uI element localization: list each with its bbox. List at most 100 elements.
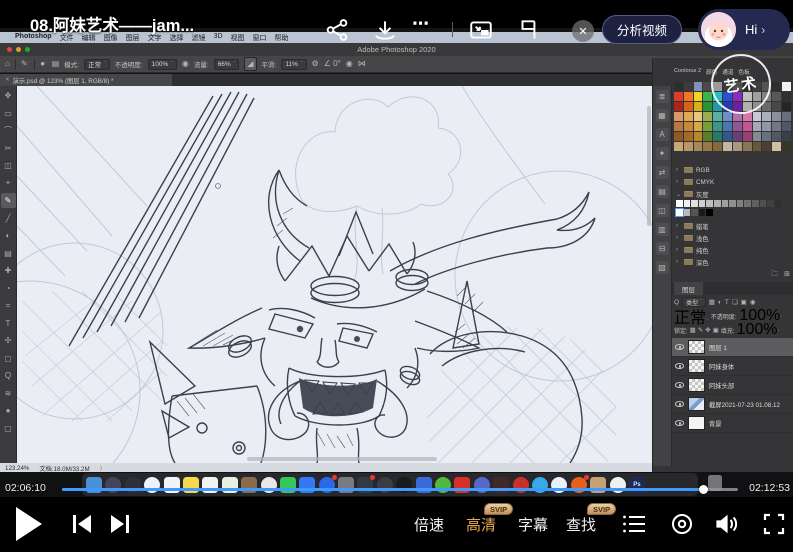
layer-thumbnail [688,340,705,354]
progress-bar[interactable] [62,488,738,491]
lock-label: 锁定: [674,326,688,335]
fill-value: 100%ˇ [737,321,780,339]
share-icon[interactable] [324,17,350,43]
panel-strip-icon: ⊟ [656,242,669,255]
layer-thumbnail [688,359,705,373]
color-swatch [713,122,722,131]
ps-tool-icon: ✣ [1,333,16,348]
total-time: 02:12:53 [749,482,790,494]
color-swatch [753,112,762,121]
find-button[interactable]: 查找 [566,514,596,535]
chevron-right-icon: › [676,223,681,229]
color-swatch [762,112,771,121]
color-swatch [684,92,693,101]
folder-icon [684,235,693,241]
pressure-size-icon: ◉ [346,59,353,69]
color-swatch [723,112,732,121]
ps-tool-icon: ⌗ [1,298,16,313]
fullscreen-icon[interactable] [762,512,786,541]
layer-thumbnail [688,416,705,430]
color-swatch [733,142,742,151]
color-swatch [782,102,791,111]
ps-tool-icon: ● [1,403,16,418]
chevron-right-icon: › [676,179,681,185]
menubar-item: 窗口 [253,33,267,43]
ps-tool-icon: ⌖ [1,176,16,191]
swatch-panel-footer: 🗀 ⊞ [771,270,790,281]
panel-icon-strip: ≣▦A✦⇄▤◫▥⊟▧ [653,86,672,466]
color-swatch [684,112,693,121]
ps-tool-icon: ◫ [1,158,16,173]
analyze-video-button[interactable]: 分析视频 [602,15,682,44]
panel-strip-icon: ✦ [656,147,669,160]
folder-icon [684,167,693,173]
color-swatch [674,92,683,101]
layer-row: 背景 [672,414,793,433]
color-swatch [674,142,683,151]
layers-lock-row: 锁定: ▦ ✎ ✥ ▣ 填充: 100%ˇ [674,324,792,336]
ps-document-tab: ✕ 演示.psd @ 123% (图层 1, RGB/8) * [0,74,172,86]
previous-button[interactable] [70,512,94,541]
chevron-right-icon: › [676,259,681,265]
smoothing-label: 平滑: [262,59,277,69]
swatch-groups-top: › RGB › CMYK ⌄灰度 [674,164,791,200]
color-swatch [694,82,703,91]
visibility-eye-icon [675,382,684,388]
swatch-group-label: CMYK [696,179,714,186]
brush-panel-toggle-icon: ▤ [52,59,60,69]
color-swatch [762,142,771,151]
color-swatch [782,112,791,121]
more-options-icon[interactable]: ⋯ [412,14,430,34]
lock-move-icon: ✥ [705,326,710,334]
gray-swatch [760,200,767,207]
download-icon[interactable] [372,17,398,43]
fill-label: 填充: [721,326,735,335]
swatch-group: ⌄灰度 [674,188,791,200]
play-button[interactable] [14,505,44,548]
layer-row: 阿妹头部 [672,376,793,395]
ps-window-title: Adobe Photoshop 2020 [0,45,793,54]
flag-icon[interactable] [516,17,542,43]
video-content[interactable]: Photoshop文件编辑图像图层文字选择滤镜3D视图窗口帮助 Adobe Ph… [0,28,793,497]
ps-tool-icon: ◐ [1,228,16,243]
close-button[interactable]: ✕ [572,20,594,42]
subtitles-button[interactable]: 字幕 [518,514,548,535]
ps-titlebar: Adobe Photoshop 2020 [0,43,793,56]
quality-button[interactable]: 高清 [466,514,496,535]
playlist-icon[interactable] [622,513,646,540]
next-button[interactable] [108,512,132,541]
record-icon[interactable] [670,512,694,541]
swatch-group-label: 蜡笔 [696,222,709,231]
chevron-right-icon: › [676,167,681,173]
color-swatch [703,92,712,101]
gray-swatch [691,200,698,207]
color-swatch [733,122,742,131]
swatch-group-label: RGB [696,167,710,174]
ps-tool-icon: ╱ [1,211,16,226]
volume-icon[interactable] [714,512,740,541]
progress-thumb[interactable] [699,485,708,494]
folder-icon [684,247,693,253]
color-swatch [743,132,752,141]
color-swatch [694,142,703,151]
layers-tab: 图层 [674,282,703,295]
swatch-group-label: 浅色 [696,234,709,243]
account-pill[interactable]: Hi › [698,9,790,50]
folder-icon [684,259,693,265]
visibility-eye-icon [675,401,684,407]
speed-button[interactable]: 倍速 [414,514,444,535]
canvas-hscrollbar [247,457,437,461]
gray-swatch [684,209,691,216]
gray-swatch [676,209,683,216]
canvas-vscrollbar [647,106,651,226]
progress-row: 02:06:10 02:12:53 [0,480,793,498]
pip-icon[interactable] [468,17,494,43]
home-icon: ⌂ [5,59,10,69]
color-swatch [703,122,712,131]
color-swatch [762,122,771,131]
gray-swatch-row-1 [676,200,789,207]
lock-all-icon: ▣ [713,326,719,334]
gray-swatch [752,200,759,207]
opacity-label: 不透明度: [115,59,143,69]
hi-label: Hi [745,22,757,37]
